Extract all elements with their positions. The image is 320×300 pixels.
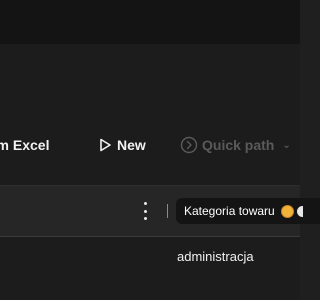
- new-button-label: New: [117, 137, 146, 153]
- chip-extra-icon: [296, 205, 303, 217]
- person-emoji-icon: [280, 204, 294, 218]
- title-bar: [0, 0, 300, 44]
- chevron-circle-icon: [180, 136, 198, 154]
- filter-chip-label: Kategoria towaru: [184, 204, 275, 218]
- import-from-excel-label: om Excel: [0, 137, 50, 153]
- new-button[interactable]: New: [97, 124, 146, 166]
- quick-path-button[interactable]: Quick path ⌄: [180, 124, 291, 166]
- chevron-down-icon: ⌄: [282, 139, 291, 151]
- more-vertical-icon[interactable]: [139, 202, 151, 220]
- command-bar: om Excel New Quick path ⌄: [0, 124, 300, 166]
- table-cell[interactable]: administracja: [177, 249, 254, 264]
- quick-path-label: Quick path: [202, 137, 275, 153]
- filter-chip-kategoria[interactable]: Kategoria towaru: [176, 198, 320, 224]
- main-content: [0, 44, 300, 300]
- import-from-excel-button[interactable]: om Excel: [0, 124, 49, 166]
- play-outline-icon: [97, 137, 113, 153]
- grid-header: Kategoria towaru: [0, 185, 320, 237]
- header-divider: [167, 204, 168, 218]
